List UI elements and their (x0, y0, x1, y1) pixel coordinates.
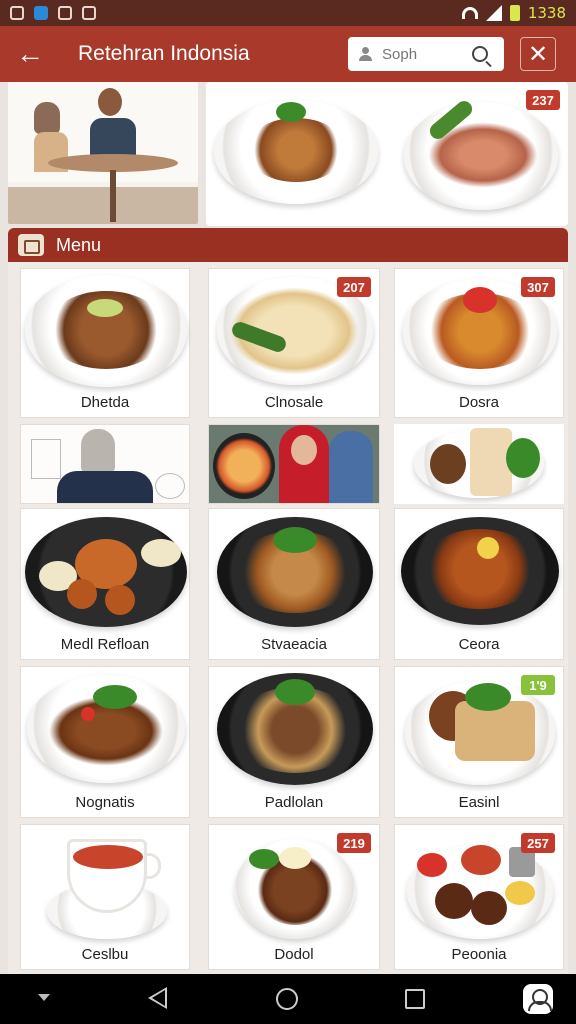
price-badge: 219 (337, 833, 371, 853)
menu-book-icon (18, 234, 44, 256)
search-icon[interactable] (472, 46, 488, 62)
app-title: Retehran Indonsia (78, 42, 250, 65)
keyboard-dismiss-icon[interactable] (38, 994, 50, 1001)
menu-item[interactable]: Nognatis (20, 666, 190, 818)
menu-item-label: Ceslbu (81, 946, 129, 963)
arrow-left-icon: ← (16, 38, 44, 69)
close-icon: ✕ (527, 40, 549, 68)
menu-title: Menu (56, 234, 102, 255)
menu-item[interactable]: Medl Refloan (20, 508, 190, 660)
image-icon (82, 6, 96, 20)
menu-item-label: Ceora (458, 636, 500, 653)
app-bar: ← Retehran Indonsia ✕ (0, 26, 576, 82)
menu-item-label: Easinl (458, 794, 500, 811)
menu-item[interactable]: 307 Dosra (394, 268, 564, 418)
menu-item-label: Clnosale (264, 394, 324, 411)
system-nav-bar (0, 974, 576, 1024)
promo-photo[interactable] (20, 424, 190, 504)
menu-item-label: Peoonia (451, 946, 507, 963)
status-bar: 1338 (0, 0, 576, 26)
hero-banner: 237 (8, 82, 568, 228)
menu-item[interactable]: 257 Peoonia (394, 824, 564, 970)
signal-icon (485, 5, 502, 21)
nav-back-icon[interactable] (148, 987, 167, 1009)
menu-item-label: Dodol (274, 946, 314, 963)
price-badge: 307 (521, 277, 555, 297)
menu-item-label: Dhetda (80, 394, 130, 411)
menu-item-label: Stvaeacia (261, 636, 327, 653)
menu-item[interactable]: Ceora (394, 508, 564, 660)
app-icon (34, 6, 48, 20)
menu-item-label: Nognatis (75, 794, 135, 811)
price-badge: 1'9 (521, 675, 555, 695)
menu-item[interactable]: 1'9 Easinl (394, 666, 564, 818)
menu-item[interactable]: Ceslbu (20, 824, 190, 970)
price-badge: 207 (337, 277, 371, 297)
menu-item[interactable]: Stvaeacia (208, 508, 380, 660)
menu-item-label: Medl Refloan (60, 636, 150, 653)
restaurant-photo (8, 82, 198, 224)
close-button[interactable]: ✕ (520, 37, 556, 71)
menu-item-label: Padlolan (264, 794, 324, 811)
account-icon[interactable] (523, 984, 553, 1014)
search-box[interactable] (348, 37, 504, 71)
menu-item[interactable]: 219 Dodol (208, 824, 380, 970)
nav-home-icon[interactable] (276, 988, 298, 1010)
menu-item[interactable]: Padlolan (208, 666, 380, 818)
promo-photo[interactable] (208, 424, 380, 504)
featured-dishes[interactable]: 237 (206, 82, 568, 226)
status-time: 1338 (527, 4, 566, 22)
menu-item[interactable] (394, 424, 564, 504)
menu-item-label: Dosra (458, 394, 499, 411)
shield-icon (58, 6, 72, 20)
price-badge: 237 (526, 90, 560, 110)
notification-icon (10, 6, 24, 20)
menu-grid: Dhetda 207 Clnosale 307 Dosra Medl Reflo… (8, 262, 568, 974)
menu-item[interactable]: 207 Clnosale (208, 268, 380, 418)
menu-header: Menu (8, 228, 568, 262)
person-icon (358, 47, 372, 61)
wifi-icon (461, 7, 478, 19)
price-badge: 257 (521, 833, 555, 853)
search-input[interactable] (382, 45, 472, 63)
back-button[interactable]: ← (0, 26, 60, 82)
battery-icon (509, 5, 520, 21)
menu-item[interactable]: Dhetda (20, 268, 190, 418)
nav-recents-icon[interactable] (405, 989, 425, 1009)
